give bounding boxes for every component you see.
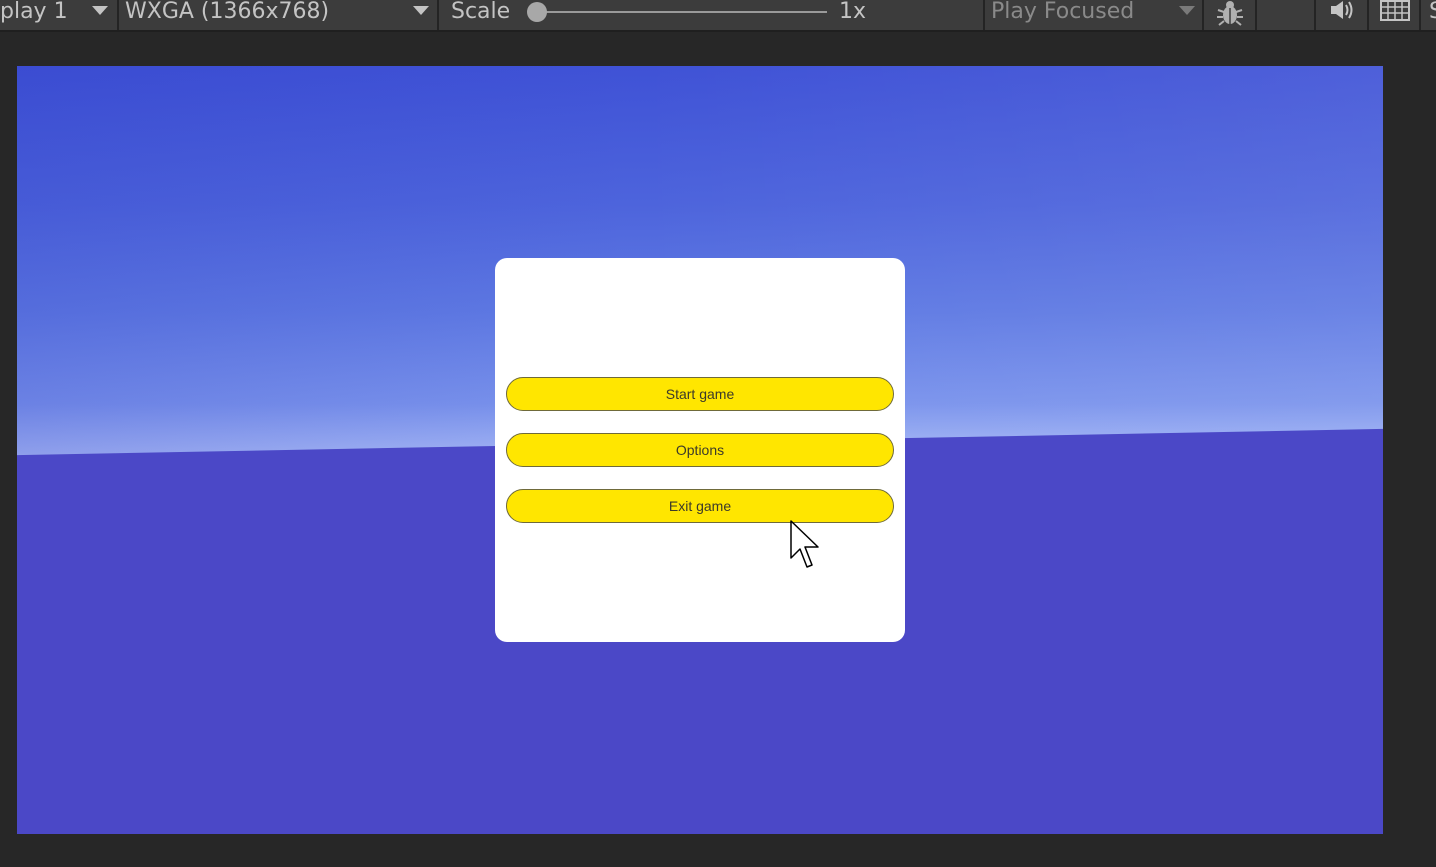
scale-slider-handle[interactable] (527, 2, 547, 22)
toolbar-spacer (1257, 0, 1316, 30)
overflow-menu[interactable]: S (1421, 0, 1436, 30)
game-view-toolbar: play 1 WXGA (1366x768) Scale 1x Play Foc… (0, 0, 1436, 32)
main-menu-panel: Start game Options Exit game (495, 258, 905, 642)
chevron-down-icon (1179, 6, 1195, 15)
display-dropdown[interactable]: play 1 (0, 0, 119, 30)
chevron-down-icon (92, 6, 108, 15)
audio-mute-icon (1331, 1, 1353, 19)
keyboard-icon (1380, 0, 1410, 21)
play-mode-dropdown[interactable]: Play Focused (985, 0, 1204, 30)
scale-value: 1x (839, 0, 867, 24)
options-button[interactable]: Options (506, 433, 894, 467)
mouse-cursor-icon (790, 520, 819, 568)
scale-slider-track[interactable] (535, 11, 827, 13)
resolution-dropdown[interactable]: WXGA (1366x768) (119, 0, 439, 30)
exit-game-button[interactable]: Exit game (506, 489, 894, 523)
scale-label: Scale (451, 0, 511, 24)
overflow-label: S (1429, 0, 1436, 24)
chevron-down-icon (413, 6, 429, 15)
resolution-label: WXGA (1366x768) (125, 0, 330, 24)
display-label: play 1 (0, 0, 68, 24)
scale-control: Scale 1x (439, 0, 985, 30)
play-mode-label: Play Focused (991, 0, 1135, 24)
shortcuts-button[interactable] (1369, 0, 1421, 30)
bug-icon (1217, 1, 1243, 26)
stats-toggle-button[interactable] (1204, 0, 1257, 30)
game-viewport[interactable]: Start game Options Exit game (17, 66, 1383, 834)
mute-audio-button[interactable] (1316, 0, 1369, 30)
start-game-button[interactable]: Start game (506, 377, 894, 411)
